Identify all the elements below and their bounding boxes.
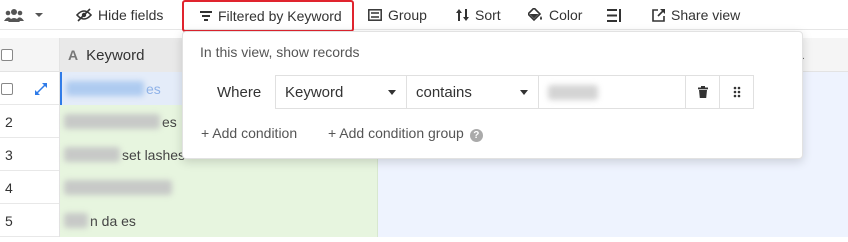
sort-button[interactable]: Sort	[456, 0, 501, 30]
redacted-text	[64, 180, 172, 195]
share-view-button[interactable]: Share view	[652, 0, 740, 30]
add-condition-button[interactable]: + Add condition	[201, 125, 297, 141]
color-label: Color	[549, 7, 583, 23]
sort-icon	[456, 9, 469, 21]
row-number-cell: 3	[0, 138, 60, 171]
hide-fields-button[interactable]: Hide fields	[76, 0, 163, 30]
filter-field-select[interactable]: Keyword	[275, 75, 407, 109]
group-button[interactable]: Group	[368, 0, 427, 30]
sort-label: Sort	[475, 7, 501, 23]
filter-popup-title: In this view, show records	[200, 44, 360, 60]
filter-operator-value: contains	[416, 83, 472, 101]
text-field-icon: A	[68, 47, 79, 63]
group-icon	[368, 9, 382, 21]
caret-down-icon	[388, 90, 396, 95]
filter-value-input[interactable]	[539, 75, 687, 109]
hide-fields-label: Hide fields	[98, 7, 164, 23]
select-all-checkbox[interactable]	[1, 49, 13, 61]
users-icon	[4, 9, 24, 22]
row-number-cell: 2	[0, 105, 60, 138]
keyword-column-label: Keyword	[86, 46, 145, 64]
expand-record-icon[interactable]	[35, 82, 47, 95]
redacted-text	[64, 213, 88, 228]
caret-down-icon	[35, 13, 43, 17]
collaborators-menu[interactable]	[4, 0, 44, 30]
add-condition-group-button[interactable]: + Add condition group?	[328, 125, 483, 142]
filter-operator-select[interactable]: contains	[407, 75, 539, 109]
filter-button[interactable]: Filtered by Keyword	[182, 0, 354, 32]
share-view-label: Share view	[671, 7, 741, 23]
redacted-text	[66, 81, 144, 96]
row-number-cell	[0, 72, 60, 105]
eye-slash-icon	[76, 8, 92, 22]
keyword-cell-text: es	[146, 80, 161, 97]
row-height-icon	[607, 8, 621, 22]
filter-popup: In this view, show records Where Keyword…	[182, 31, 803, 159]
delete-condition-button[interactable]	[685, 75, 720, 109]
filter-field-value: Keyword	[285, 83, 344, 101]
row-checkbox[interactable]	[1, 82, 13, 95]
trash-icon	[697, 86, 708, 98]
filter-icon	[200, 11, 212, 21]
keyword-cell-text: es	[162, 113, 177, 130]
view-toolbar: Hide fields Filtered by Keyword Group So…	[0, 0, 848, 32]
keyword-cell-text: n da es	[90, 212, 136, 229]
drag-handle-icon	[733, 86, 740, 98]
keyword-cell[interactable]	[60, 171, 378, 204]
redacted-text	[64, 147, 120, 162]
paint-bucket-icon	[528, 8, 542, 22]
filter-label: Filtered by Keyword	[218, 8, 342, 24]
table-row[interactable]: 4	[0, 171, 848, 204]
keyword-cell[interactable]: n da es	[60, 204, 378, 237]
group-label: Group	[388, 7, 427, 23]
row-number-cell: 5	[0, 204, 60, 237]
caret-down-icon	[520, 90, 528, 95]
share-icon	[652, 8, 665, 22]
help-icon[interactable]: ?	[469, 129, 483, 142]
row-cells[interactable]	[378, 171, 848, 204]
row-cells[interactable]	[378, 204, 848, 237]
where-label: Where	[217, 84, 262, 101]
redacted-text	[64, 114, 160, 129]
color-button[interactable]: Color	[528, 0, 582, 30]
keyword-cell-text: set lashes	[122, 146, 186, 163]
table-row[interactable]: 5 n da es	[0, 204, 848, 237]
add-condition-group-label: + Add condition group	[328, 125, 464, 141]
row-height-button[interactable]	[607, 0, 621, 30]
redacted-text	[548, 84, 598, 100]
row-number-cell: 4	[0, 171, 60, 204]
select-all-cell[interactable]	[0, 38, 60, 72]
drag-condition-handle[interactable]	[719, 75, 754, 109]
